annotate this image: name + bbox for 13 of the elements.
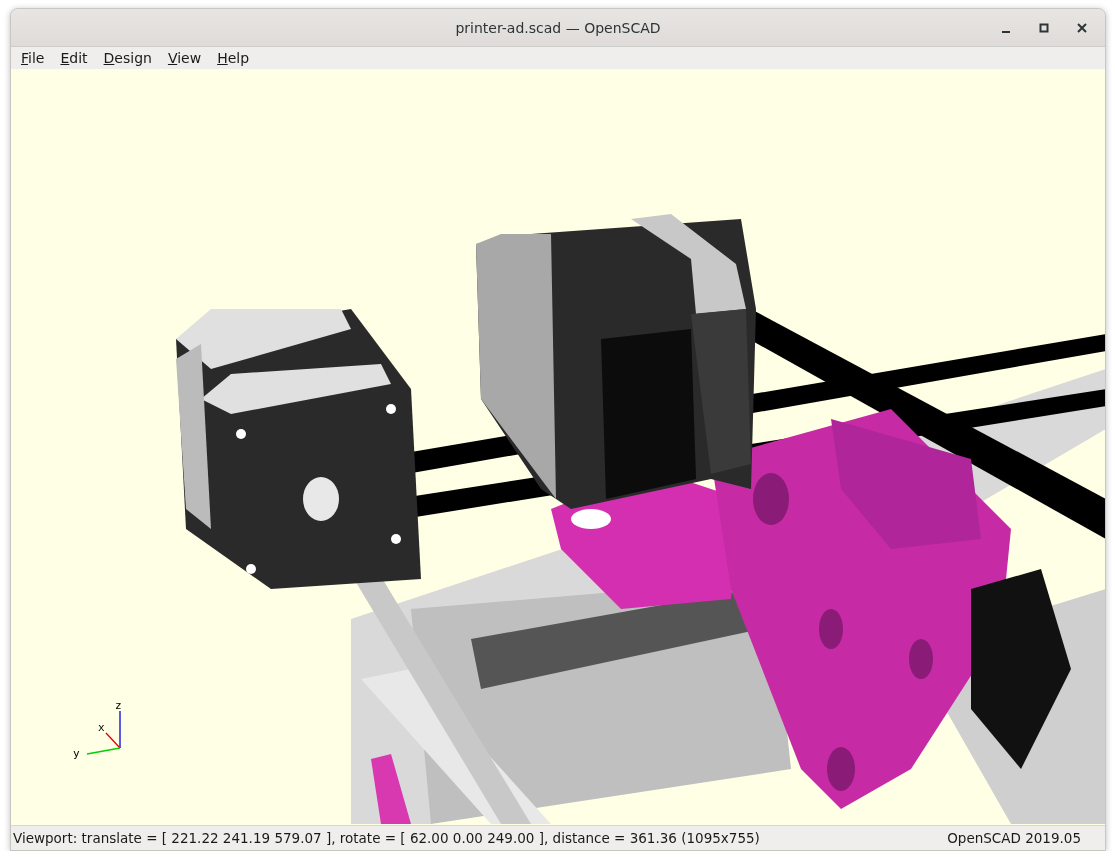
menu-item[interactable]: View <box>160 47 209 69</box>
menu-item[interactable]: File <box>14 47 52 69</box>
menu-item[interactable]: Design <box>96 47 159 69</box>
minimize-icon <box>1002 30 1010 33</box>
3d-viewport[interactable]: z x y <box>11 69 1105 825</box>
version-label: OpenSCAD 2019.05 <box>947 830 1081 846</box>
viewport-status-text: Viewport: translate = [ 221.22 241.19 579.07 ], rotate = [ 62.00 0.00 249.00 ], distance = 361.36 (1095x755) <box>13 830 760 846</box>
window-title: printer-ad.scad — OpenSCAD <box>455 19 661 36</box>
axes-indicator-drawing: z x y <box>67 698 127 764</box>
maximize-icon <box>1039 22 1049 33</box>
menu-item[interactable]: Edit <box>53 47 95 69</box>
close-icon <box>1077 22 1087 33</box>
menu-item[interactable]: Help <box>210 47 257 69</box>
